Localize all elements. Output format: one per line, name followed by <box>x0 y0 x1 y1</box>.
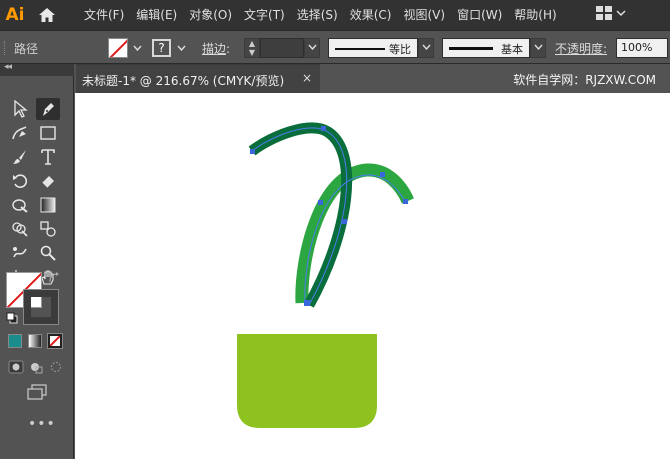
stroke-label-colon: : <box>226 42 231 56</box>
anchor-point[interactable] <box>250 149 255 154</box>
fill-dropdown-chevron-icon[interactable] <box>130 40 144 56</box>
home-icon[interactable] <box>30 0 64 30</box>
panel-grip[interactable] <box>4 41 7 55</box>
menu-view[interactable]: 视图(V) <box>397 0 451 30</box>
blend-tool-icon[interactable] <box>36 218 60 240</box>
shape-builder-tool-icon[interactable] <box>8 218 32 240</box>
stroke-dropdown-chevron-icon[interactable] <box>174 40 188 56</box>
anchor-point[interactable] <box>380 172 385 177</box>
eraser-tool-icon[interactable] <box>36 170 60 192</box>
artwork <box>237 122 414 428</box>
paintbrush-tool-icon[interactable] <box>8 146 32 168</box>
selection-type-label: 路径 <box>14 42 39 56</box>
site-watermark: 软件自学网：RJZXW.COM <box>513 73 656 87</box>
workspace-switcher[interactable] <box>596 6 626 20</box>
menu-type[interactable]: 文字(T) <box>238 0 291 30</box>
zoom-tool-icon[interactable] <box>36 242 60 264</box>
stroke-weight-label[interactable]: 描边: <box>202 40 230 57</box>
rectangle-tool-icon[interactable] <box>36 122 60 144</box>
anchor-point[interactable] <box>321 126 326 131</box>
profile-dropdown[interactable] <box>418 38 434 58</box>
symbol-sprayer-tool-icon[interactable] <box>8 242 32 264</box>
brush-definition[interactable]: 基本 <box>442 38 530 58</box>
stroke-weight-field[interactable] <box>260 38 304 58</box>
pot-shape[interactable] <box>237 334 377 428</box>
curvature-tool-icon[interactable] <box>8 122 32 144</box>
draw-normal-icon[interactable] <box>8 360 24 374</box>
control-bar: 路径 ? 描边: ▲ ▼ 等比 基本 不透明度: 100% <box>0 30 670 64</box>
selection-tool-icon[interactable] <box>8 98 32 120</box>
opacity-label-colon: : <box>603 42 608 56</box>
document-tab[interactable]: 未标题-1* @ 216.67% (CMYK/预览) × <box>76 64 320 93</box>
brush-line-preview <box>449 47 493 50</box>
draw-inside-icon[interactable] <box>48 360 64 374</box>
stroke-label-text: 描边 <box>202 42 227 56</box>
draw-behind-icon[interactable] <box>28 360 44 374</box>
default-colors-icon[interactable] <box>6 312 18 324</box>
tools-panel-header[interactable]: ◂◂ <box>0 62 74 76</box>
close-icon[interactable]: × <box>302 71 312 85</box>
workspace-grid-icon <box>596 6 612 20</box>
stroke-weight-dropdown[interactable] <box>304 38 320 58</box>
menu-file[interactable]: 文件(F) <box>78 0 130 30</box>
menu-help[interactable]: 帮助(H) <box>508 0 562 30</box>
menu-edit[interactable]: 编辑(E) <box>130 0 183 30</box>
anchor-point[interactable] <box>318 200 323 205</box>
opacity-label[interactable]: 不透明度: <box>555 40 607 57</box>
menu-window[interactable]: 窗口(W) <box>451 0 508 30</box>
brush-dropdown[interactable] <box>530 38 546 58</box>
stroke-weight-stepper[interactable]: ▲ ▼ <box>244 38 260 58</box>
warp-tool-icon[interactable] <box>8 194 32 216</box>
stroke-color-swatch[interactable]: ? <box>152 39 171 57</box>
profile-line-preview <box>335 48 385 50</box>
variable-width-profile[interactable]: 等比 <box>328 38 418 58</box>
anchor-point[interactable] <box>342 219 347 224</box>
anchor-point[interactable] <box>304 300 310 306</box>
tools-panel: ◂◂ ••• <box>0 62 74 459</box>
more-tools-icon[interactable]: ••• <box>28 416 56 432</box>
document-tab-title: 未标题-1* @ 216.67% (CMYK/预览) <box>82 74 285 88</box>
screen-mode-icon[interactable] <box>26 384 48 400</box>
menu-object[interactable]: 对象(O) <box>183 0 238 30</box>
app-logo: Ai <box>5 5 25 25</box>
pen-tool-icon[interactable] <box>36 98 60 120</box>
anchor-point[interactable] <box>403 199 408 204</box>
none-mode-icon[interactable] <box>47 333 63 349</box>
color-mode-icon[interactable] <box>8 334 22 348</box>
profile-label: 等比 <box>389 43 411 56</box>
main-menu: 文件(F) 编辑(E) 对象(O) 文字(T) 选择(S) 效果(C) 视图(V… <box>78 0 563 30</box>
gradient-tool-icon[interactable] <box>36 194 60 216</box>
collapse-icon[interactable]: ◂◂ <box>4 62 12 72</box>
menu-effect[interactable]: 效果(C) <box>344 0 398 30</box>
brush-label: 基本 <box>501 43 523 56</box>
opacity-label-text: 不透明度 <box>555 42 604 56</box>
swap-fill-stroke-icon[interactable] <box>48 272 60 287</box>
chevron-down-icon <box>616 10 626 17</box>
stroke-color-box[interactable] <box>23 289 59 325</box>
menu-select[interactable]: 选择(S) <box>291 0 344 30</box>
menu-bar: Ai 文件(F) 编辑(E) 对象(O) 文字(T) 选择(S) 效果(C) 视… <box>0 0 670 30</box>
document-tab-bar: 未标题-1* @ 216.67% (CMYK/预览) × 软件自学网：RJZXW… <box>74 64 670 93</box>
rotate-tool-icon[interactable] <box>8 170 32 192</box>
artboard-canvas[interactable] <box>75 93 670 459</box>
opacity-input[interactable]: 100% <box>616 38 668 58</box>
type-tool-icon[interactable] <box>36 146 60 168</box>
gradient-mode-icon[interactable] <box>28 334 42 348</box>
fill-color-swatch[interactable] <box>108 38 128 58</box>
